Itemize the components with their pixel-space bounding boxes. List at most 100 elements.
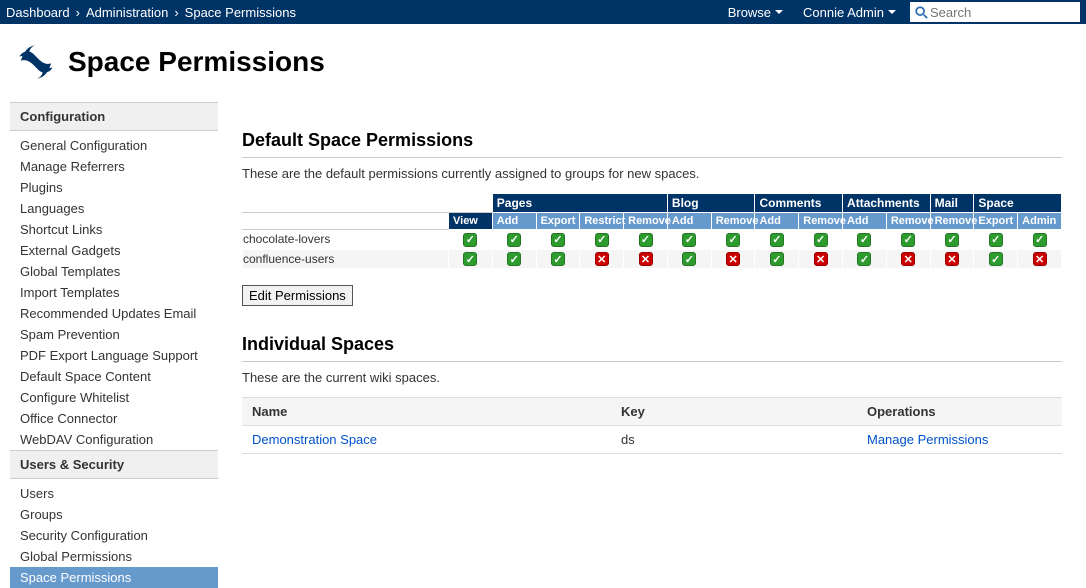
- perm-col-header: Remove: [624, 213, 668, 230]
- sidebar-item[interactable]: Plugins: [14, 177, 214, 198]
- check-yes-icon: ✓: [901, 233, 915, 247]
- perm-group-header: Pages: [492, 194, 667, 213]
- check-no-icon: ✕: [595, 252, 609, 266]
- breadcrumb-dashboard[interactable]: Dashboard: [6, 5, 70, 20]
- sidebar-item[interactable]: PDF Export Language Support: [14, 345, 214, 366]
- perm-cell: ✕: [930, 249, 974, 269]
- sidebar-item[interactable]: Default Space Content: [14, 366, 214, 387]
- perm-group-header: Comments: [755, 194, 843, 213]
- sidebar-item[interactable]: Global Permissions: [14, 546, 214, 567]
- perm-cell: ✓: [711, 230, 755, 250]
- user-label: Connie Admin: [803, 5, 884, 20]
- sidebar-item[interactable]: Space Permissions: [10, 567, 218, 588]
- chevron-right-icon: ›: [76, 5, 80, 20]
- check-yes-icon: ✓: [682, 252, 696, 266]
- check-yes-icon: ✓: [857, 233, 871, 247]
- perm-cell: ✓: [667, 249, 711, 269]
- sidebar-item[interactable]: External Gadgets: [14, 240, 214, 261]
- perm-col-header: Remove: [886, 213, 930, 230]
- check-yes-icon: ✓: [595, 233, 609, 247]
- check-yes-icon: ✓: [726, 233, 740, 247]
- breadcrumb-space-permissions[interactable]: Space Permissions: [185, 5, 296, 20]
- sidebar-item[interactable]: Groups: [14, 504, 214, 525]
- chevron-right-icon: ›: [174, 5, 178, 20]
- check-yes-icon: ✓: [945, 233, 959, 247]
- perm-cell: ✕: [1018, 249, 1062, 269]
- search-input[interactable]: [928, 4, 1076, 21]
- edit-permissions-button[interactable]: Edit Permissions: [242, 285, 353, 306]
- sidebar-item[interactable]: Import Templates: [14, 282, 214, 303]
- perm-col-header: Add: [843, 213, 887, 230]
- space-op-cell: Manage Permissions: [857, 426, 1062, 454]
- perm-cell: ✓: [886, 230, 930, 250]
- perm-cell: ✓: [536, 230, 580, 250]
- sidebar-item[interactable]: Configure Whitelist: [14, 387, 214, 408]
- check-yes-icon: ✓: [682, 233, 696, 247]
- sidebar-item[interactable]: Global Templates: [14, 261, 214, 282]
- search-box[interactable]: [910, 2, 1080, 22]
- perm-cell: ✓: [974, 249, 1018, 269]
- perm-cell: ✓: [843, 249, 887, 269]
- perm-cell: ✕: [711, 249, 755, 269]
- check-yes-icon: ✓: [507, 233, 521, 247]
- perm-cell: ✕: [799, 249, 843, 269]
- sidebar-item[interactable]: Recommended Updates Email: [14, 303, 214, 324]
- sidebar-item[interactable]: Security Configuration: [14, 525, 214, 546]
- check-yes-icon: ✓: [551, 252, 565, 266]
- check-yes-icon: ✓: [551, 233, 565, 247]
- row-name: confluence-users: [243, 249, 449, 269]
- perm-col-header: Remove: [711, 213, 755, 230]
- perm-cell: ✕: [624, 249, 668, 269]
- space-name-link[interactable]: Demonstration Space: [252, 432, 377, 447]
- perm-col-header: Remove: [799, 213, 843, 230]
- spaces-col-operations: Operations: [857, 398, 1062, 426]
- perm-col-header: Export: [974, 213, 1018, 230]
- perm-col-header: Add: [667, 213, 711, 230]
- confluence-logo-icon: [14, 40, 58, 84]
- main-content: Default Space Permissions These are the …: [218, 102, 1086, 588]
- sidebar-item[interactable]: General Configuration: [14, 135, 214, 156]
- spaces-col-name: Name: [242, 398, 611, 426]
- perm-col-header: Restrict: [580, 213, 624, 230]
- space-name-cell: Demonstration Space: [242, 426, 611, 454]
- user-menu[interactable]: Connie Admin: [793, 5, 906, 20]
- perm-cell: ✓: [449, 249, 493, 269]
- breadcrumb-administration[interactable]: Administration: [86, 5, 168, 20]
- perm-cell: ✓: [492, 230, 536, 250]
- check-yes-icon: ✓: [1033, 233, 1047, 247]
- breadcrumb: Dashboard › Administration › Space Permi…: [6, 5, 296, 20]
- perm-cell: ✓: [1018, 230, 1062, 250]
- perm-cell: ✓: [799, 230, 843, 250]
- perm-cell: ✓: [536, 249, 580, 269]
- sidebar-item[interactable]: Spam Prevention: [14, 324, 214, 345]
- browse-label: Browse: [728, 5, 771, 20]
- permissions-table: PagesBlogCommentsAttachmentsMailSpace Vi…: [242, 193, 1062, 269]
- perm-cell: ✓: [930, 230, 974, 250]
- sidebar-item[interactable]: WebDAV Configuration: [14, 429, 214, 450]
- section-heading-default-perms: Default Space Permissions: [242, 130, 1062, 151]
- check-no-icon: ✕: [1033, 252, 1047, 266]
- permission-row: chocolate-lovers✓✓✓✓✓✓✓✓✓✓✓✓✓✓: [243, 230, 1062, 250]
- check-yes-icon: ✓: [857, 252, 871, 266]
- perm-group-header: Blog: [667, 194, 755, 213]
- perm-col-header: Add: [755, 213, 799, 230]
- sidebar-section-header: Configuration: [10, 102, 218, 131]
- sidebar-item[interactable]: Shortcut Links: [14, 219, 214, 240]
- perm-col-view: View: [449, 213, 493, 230]
- sidebar-item[interactable]: Office Connector: [14, 408, 214, 429]
- check-yes-icon: ✓: [770, 252, 784, 266]
- search-icon: [914, 5, 928, 19]
- sidebar-item[interactable]: Languages: [14, 198, 214, 219]
- section-heading-individual-spaces: Individual Spaces: [242, 334, 1062, 355]
- perm-cell: ✓: [974, 230, 1018, 250]
- sidebar-item[interactable]: Manage Referrers: [14, 156, 214, 177]
- check-yes-icon: ✓: [770, 233, 784, 247]
- sidebar: Configuration General ConfigurationManage…: [0, 102, 218, 588]
- perm-cell: ✓: [667, 230, 711, 250]
- check-yes-icon: ✓: [639, 233, 653, 247]
- perm-cell: ✕: [886, 249, 930, 269]
- manage-permissions-link[interactable]: Manage Permissions: [867, 432, 988, 447]
- sidebar-item[interactable]: Users: [14, 483, 214, 504]
- check-yes-icon: ✓: [989, 252, 1003, 266]
- browse-menu[interactable]: Browse: [718, 5, 793, 20]
